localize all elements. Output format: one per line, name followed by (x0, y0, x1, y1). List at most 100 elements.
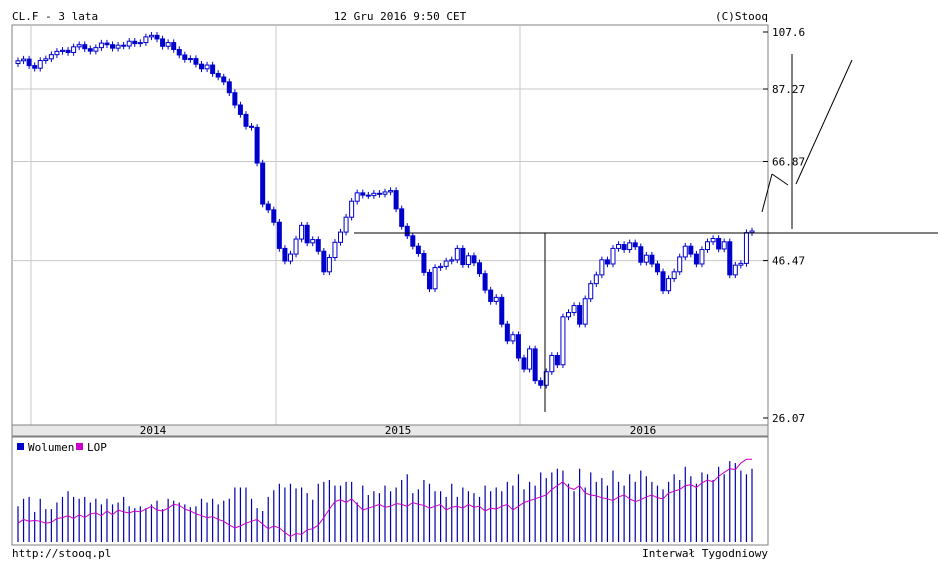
candle-body (126, 40, 132, 47)
candle-body (660, 271, 666, 292)
candle-body (54, 50, 60, 56)
legend-lop-label: LOP (87, 441, 107, 454)
candle-body (671, 271, 677, 280)
price-panel (11, 24, 769, 426)
candle (504, 320, 510, 345)
candle-body (499, 296, 505, 325)
candle-body (65, 49, 71, 53)
candle-body (32, 65, 38, 69)
candle-body (749, 230, 755, 234)
candle-body (110, 44, 116, 49)
candle-body (193, 58, 199, 65)
candle-body (449, 259, 455, 262)
candle-body (215, 72, 221, 78)
candle-body (616, 244, 622, 249)
candle-body (460, 247, 466, 266)
candle (399, 205, 405, 230)
candle-body (666, 278, 672, 292)
candle (293, 235, 299, 258)
candle (588, 280, 594, 303)
x-label-2015: 2015 (385, 424, 412, 437)
candle-body (265, 203, 271, 211)
candle-body (143, 36, 149, 44)
candle (527, 345, 533, 373)
candle-body (304, 224, 310, 244)
candle-body (465, 255, 471, 266)
candle-body (171, 42, 177, 51)
candle-body (571, 305, 577, 314)
symbol-label: CL.F - 3 lata (12, 10, 98, 23)
candle-body (354, 192, 360, 202)
candle (515, 331, 521, 362)
candle-body (26, 58, 32, 67)
candle-body (521, 357, 527, 370)
candle (532, 345, 538, 384)
candle-body (738, 262, 744, 266)
candle-body (204, 64, 210, 70)
candle-body (699, 249, 705, 265)
candle-body (532, 348, 538, 382)
x-label-2016: 2016 (630, 424, 657, 437)
candle-body (677, 256, 683, 273)
candle-body (260, 162, 266, 205)
candle (426, 269, 432, 293)
candle-body (282, 247, 288, 262)
candle-body (310, 239, 316, 244)
candle-body (566, 312, 571, 318)
candle (499, 294, 505, 328)
candle (260, 159, 266, 208)
candle-body (210, 64, 216, 74)
candle-body (693, 253, 699, 265)
candle-body (493, 296, 499, 302)
candle-body (654, 263, 660, 273)
candle-body (365, 194, 371, 197)
projection-line-2 (771, 173, 789, 186)
y-axis: 107.6 87.27 66.87 46.47 26.07 (763, 26, 805, 425)
candle (677, 253, 683, 276)
candle-body (649, 254, 655, 265)
candle-body (187, 58, 193, 61)
copyright-label: (C)Stooq (715, 10, 768, 23)
candle-body (388, 190, 394, 193)
candle (599, 256, 605, 279)
candle-body (104, 42, 110, 46)
candle-body (538, 380, 544, 386)
candle-body (471, 255, 477, 264)
candle-body (454, 247, 460, 261)
x-label-2014: 2014 (140, 424, 167, 437)
candle (326, 254, 332, 276)
legend-lop-swatch (76, 443, 83, 450)
candle-body (221, 76, 227, 83)
candle-body (148, 34, 154, 38)
candle (638, 243, 644, 266)
candle-body (527, 348, 533, 370)
candle (610, 245, 616, 268)
candle-body (410, 235, 416, 247)
candle-body (716, 238, 722, 250)
candle (393, 187, 399, 213)
candle-body (293, 238, 299, 255)
candle-body (43, 58, 49, 62)
interval-label: Interwał Tygodniowy (642, 547, 768, 560)
candle-body (443, 260, 449, 267)
candle-body (426, 271, 432, 290)
candle-body (610, 247, 616, 265)
candle (271, 206, 277, 226)
candle-body (287, 253, 293, 262)
candle-body (727, 241, 733, 276)
candle-body (87, 48, 93, 52)
candle-body (515, 334, 521, 359)
candle-body (632, 242, 638, 248)
candle-body (93, 47, 99, 52)
candle (304, 222, 310, 247)
candle-body (276, 221, 282, 249)
candle-body (249, 125, 255, 128)
candle-body (176, 49, 182, 56)
candle-body (349, 200, 355, 218)
candle-body (710, 238, 716, 243)
candle-body (343, 216, 349, 233)
chart-page: CL.F - 3 lata 12 Gru 2016 9:50 CET (C)St… (0, 0, 948, 571)
candle-body (415, 245, 421, 255)
y-tick-label: 46.47 (772, 255, 805, 268)
candle (421, 250, 427, 276)
